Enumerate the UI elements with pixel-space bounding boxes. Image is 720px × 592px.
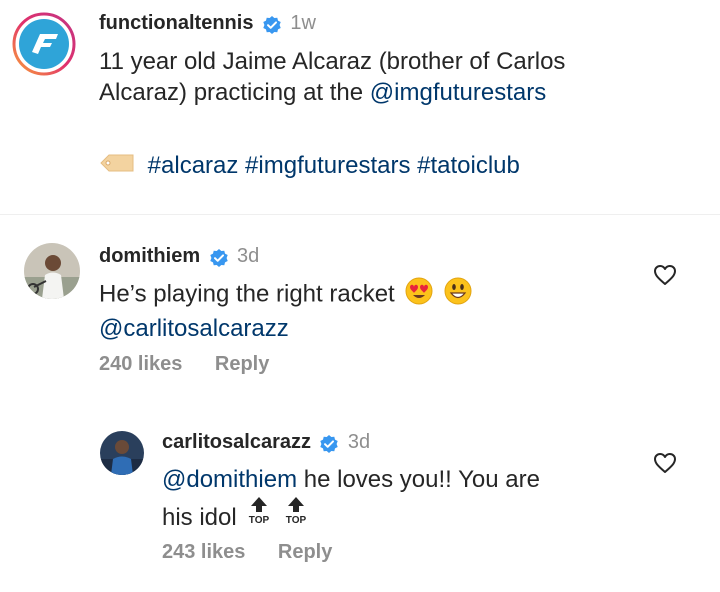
mention-link-imgfuturestars[interactable]: @imgfuturestars — [370, 79, 546, 106]
like-heart-icon[interactable] — [653, 452, 677, 479]
avatar[interactable] — [100, 431, 144, 475]
top-label: TOP — [249, 515, 270, 525]
likes-count[interactable]: 240 likes — [99, 353, 182, 375]
caption-line-2: Alcaraz) practicing at the @imgfuturesta… — [99, 77, 565, 108]
caption-line-1: 11 year old Jaime Alcaraz (brother of Ca… — [99, 48, 566, 75]
comment-timestamp: 3d — [237, 245, 260, 267]
reply-button[interactable]: Reply — [215, 353, 269, 375]
avatar[interactable] — [24, 243, 80, 299]
comment-text: he loves you!! You are — [297, 466, 540, 493]
mention-link-domithiem[interactable]: @domithiem — [162, 466, 297, 493]
post-timestamp: 1w — [290, 12, 316, 34]
comment-text-line-2: his idol TOP TOP — [162, 495, 540, 533]
verified-badge-icon — [320, 434, 339, 453]
domithiem-avatar-icon — [24, 243, 80, 299]
mention-link-carlitosalcarazz[interactable]: @carlitosalcarazz — [99, 313, 472, 344]
verified-badge-icon — [263, 15, 281, 34]
top-arrow-emoji-icon: TOP — [245, 495, 273, 533]
comment-username[interactable]: carlitosalcarazz — [162, 431, 311, 453]
comment-text-line-1: @domithiem he loves you!! You are — [162, 464, 540, 495]
comment-text: He’s playing the right racket — [99, 280, 395, 308]
comment-text-line-1: He’s playing the right racket — [99, 277, 472, 313]
comment-text: his idol — [162, 504, 237, 531]
carlitosalcarazz-avatar-icon — [100, 431, 144, 475]
top-label: TOP — [286, 515, 307, 525]
comment-username[interactable]: domithiem — [99, 245, 200, 267]
comment-timestamp: 3d — [347, 431, 371, 453]
hashtags[interactable]: #alcaraz #imgfuturestars #tatoiclub — [148, 152, 520, 179]
heart-eyes-emoji-icon — [405, 277, 433, 313]
top-arrow-emoji-icon: TOP — [282, 495, 310, 533]
verified-badge-icon — [209, 248, 228, 267]
section-divider — [0, 214, 720, 215]
caption-text: Alcaraz) practicing at the — [99, 79, 370, 106]
post-username[interactable]: functionaltennis — [99, 12, 253, 34]
label-tag-icon — [99, 151, 135, 182]
like-heart-icon[interactable] — [653, 264, 677, 291]
reply-button[interactable]: Reply — [278, 541, 332, 563]
grinning-face-emoji-icon — [444, 277, 472, 313]
post-avatar[interactable] — [12, 12, 76, 76]
likes-count[interactable]: 243 likes — [162, 541, 245, 563]
functionaltennis-logo-icon — [12, 12, 76, 76]
